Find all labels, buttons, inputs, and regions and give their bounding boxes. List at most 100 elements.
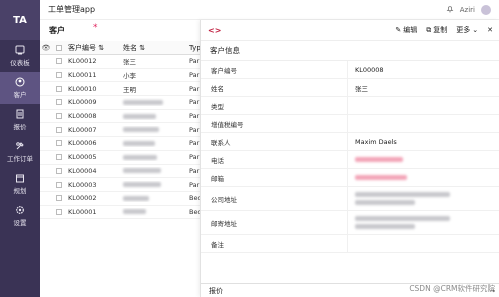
table-row[interactable]: KL00009 Par <box>40 96 202 110</box>
customer-code: KL00007 <box>68 125 97 134</box>
field-value[interactable] <box>347 211 499 234</box>
column-header-name[interactable]: 姓名 ⇅ <box>121 43 187 53</box>
customer-code: KL00008 <box>68 112 97 121</box>
more-button[interactable]: 更多 ⌄ <box>456 25 478 35</box>
table-row[interactable]: KL00003 Par <box>40 178 202 192</box>
sidebar-item-quote[interactable]: 报价 <box>0 104 40 136</box>
row-checkbox[interactable] <box>52 208 66 215</box>
pencil-icon: ✎ <box>395 26 402 34</box>
table-row[interactable]: KL00007 Par <box>40 123 202 138</box>
row-checkbox[interactable] <box>52 154 66 161</box>
sidebar-item-label: 设置 <box>13 219 27 227</box>
field-value[interactable] <box>347 151 499 168</box>
sidebar-item-dashboard[interactable]: 仪表板 <box>0 40 40 72</box>
row-checkbox[interactable] <box>52 113 66 120</box>
avatar[interactable] <box>481 4 491 15</box>
eye-icon[interactable]: 👁 <box>40 44 52 52</box>
field-value[interactable] <box>347 169 499 186</box>
bell-icon[interactable] <box>446 5 454 15</box>
copy-button[interactable]: ⧉ 复制 <box>426 25 447 35</box>
field-value[interactable]: KL00008 <box>347 61 499 78</box>
work-order-icon <box>15 141 25 151</box>
customer-name <box>121 98 187 106</box>
column-header-code[interactable]: 客户编号 ⇅ <box>66 43 121 53</box>
redacted-name <box>123 168 161 174</box>
row-checkbox[interactable] <box>52 85 66 92</box>
select-all-checkbox[interactable] <box>52 44 66 51</box>
table-row[interactable]: KL00006 Par <box>40 137 202 151</box>
page-title: 客户 <box>49 26 65 35</box>
detail-field: 类型 <box>201 97 499 115</box>
field-value[interactable] <box>347 235 499 252</box>
field-label: 姓名 <box>211 84 224 93</box>
customer-icon <box>15 77 25 87</box>
table-row[interactable]: KL00010 王明 Par <box>40 82 202 97</box>
row-checkbox[interactable] <box>52 99 66 106</box>
redacted-name <box>123 209 146 215</box>
customer-code: KL00001 <box>68 207 97 216</box>
customer-code: KL00010 <box>68 84 97 93</box>
customer-name <box>121 208 187 216</box>
redacted-name <box>123 99 163 105</box>
customer-name <box>121 181 187 189</box>
row-checkbox[interactable] <box>52 140 66 147</box>
table-row[interactable]: KL00002 Bed <box>40 192 202 206</box>
footer-tab-label: 报价 <box>209 286 223 295</box>
code-icon[interactable]: <> <box>208 26 221 35</box>
redacted-name <box>123 140 155 146</box>
detail-field: 电话 <box>201 151 499 169</box>
field-label: 增值税编号 <box>211 120 244 129</box>
user-name[interactable]: Aziri <box>460 6 475 14</box>
row-checkbox[interactable] <box>52 126 66 133</box>
redacted-address <box>355 192 450 205</box>
table-row[interactable]: KL00004 Par <box>40 165 202 179</box>
app-title: 工单管理app <box>48 5 96 14</box>
quote-icon <box>15 109 25 119</box>
customer-code: KL00006 <box>68 139 97 148</box>
redacted-name <box>123 154 157 160</box>
customer-name: 小李 <box>123 72 136 81</box>
chevron-down-icon: ⌄ <box>472 26 479 34</box>
row-checkbox[interactable] <box>52 195 66 202</box>
table-row[interactable]: KL00005 Par <box>40 151 202 165</box>
sort-icon: ⇅ <box>139 43 146 52</box>
customer-name <box>121 153 187 161</box>
row-checkbox[interactable] <box>52 181 66 188</box>
row-checkbox[interactable] <box>52 72 66 79</box>
redacted-phone <box>355 157 403 162</box>
edit-button[interactable]: ✎ 编辑 <box>395 25 417 35</box>
sidebar-item-customer[interactable]: 客户 <box>0 72 40 104</box>
detail-field: 客户编号 KL00008 <box>201 61 499 79</box>
sidebar-item-planning[interactable]: 规划 <box>0 168 40 200</box>
field-value[interactable]: 张三 <box>347 79 499 96</box>
section-title: 客户信息 <box>201 41 499 61</box>
field-label: 备注 <box>211 240 224 249</box>
table-row[interactable]: KL00011 小李 Par <box>40 69 202 83</box>
table-row[interactable]: KL00008 Par <box>40 110 202 124</box>
field-label: 联系人 <box>211 138 231 147</box>
redacted-name <box>123 182 161 188</box>
detail-field: 公司地址 <box>201 187 499 211</box>
row-checkbox[interactable] <box>52 58 66 65</box>
sidebar-item-settings[interactable]: 设置 <box>0 200 40 232</box>
row-checkbox[interactable] <box>52 167 66 174</box>
close-icon[interactable]: ✕ <box>487 26 493 34</box>
field-value[interactable] <box>347 97 499 114</box>
top-bar: 工单管理app Aziri <box>40 0 499 20</box>
copy-icon: ⧉ <box>426 25 432 34</box>
detail-field: 邮寄地址 <box>201 211 499 235</box>
detail-field: 姓名 张三 <box>201 79 499 97</box>
customer-code: KL00012 <box>68 57 97 66</box>
table-row[interactable]: KL00012 张三 Par <box>40 55 202 69</box>
field-label: 邮箱 <box>211 174 224 183</box>
table-row[interactable]: KL00001 Bed <box>40 206 202 220</box>
detail-field: 增值税编号 <box>201 115 499 133</box>
field-value[interactable] <box>347 187 499 210</box>
redacted-address <box>355 216 450 229</box>
field-value[interactable]: Maxim Daels <box>347 133 499 150</box>
field-label: 电话 <box>211 156 224 165</box>
redacted-name <box>123 113 156 119</box>
field-value[interactable] <box>347 115 499 132</box>
customer-name: 王明 <box>123 85 136 94</box>
sidebar-item-work-order[interactable]: 工作订单 <box>0 136 40 168</box>
